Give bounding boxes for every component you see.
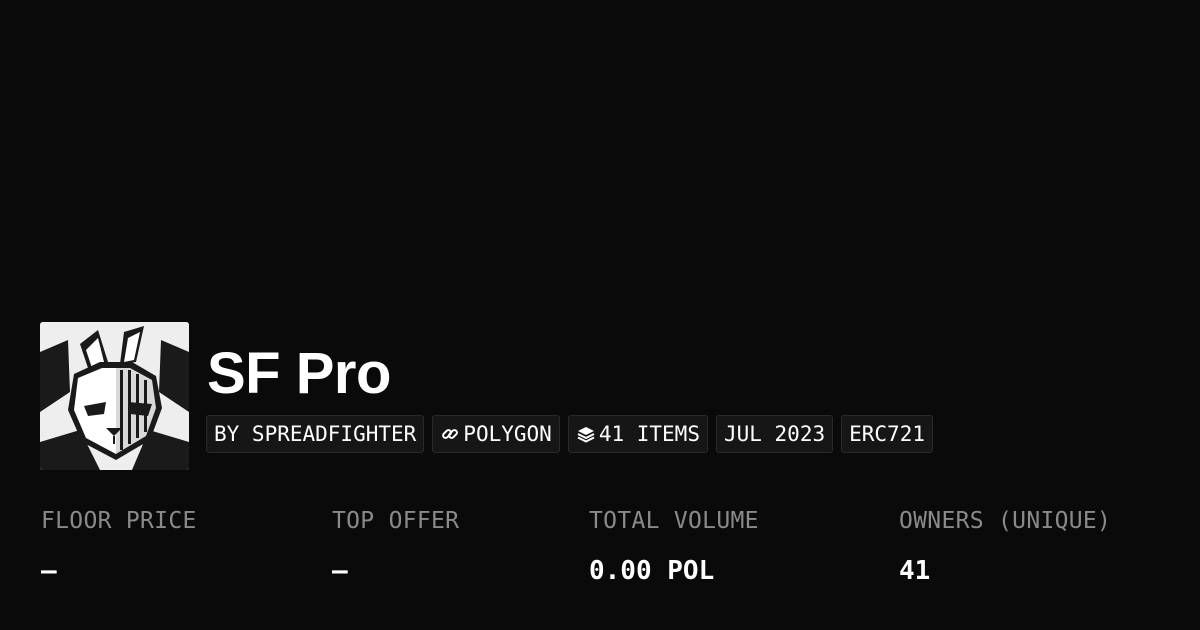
stat-top-offer: TOP OFFER –: [332, 503, 459, 589]
chip-date[interactable]: JUL 2023: [715, 415, 834, 453]
chip-items[interactable]: 41 ITEMS: [567, 415, 708, 453]
chip-date-label: JUL 2023: [723, 422, 826, 446]
stat-floor-price-label: FLOOR PRICE: [41, 508, 197, 534]
layers-stack-icon: [576, 424, 596, 444]
collection-meta-chips: BY SPREADFIGHTER POLYGON 41 ITEMS JUL 20…: [206, 415, 933, 453]
chip-creator-label: BY SPREADFIGHTER: [214, 422, 417, 446]
stat-top-offer-value: –: [332, 556, 348, 586]
chip-standard-label: ERC721: [849, 422, 925, 446]
stat-owners: OWNERS (UNIQUE) 41: [899, 503, 1111, 589]
chip-chain-label: POLYGON: [463, 422, 552, 446]
chip-standard[interactable]: ERC721: [841, 415, 933, 453]
stat-total-volume-value: 0.00 POL: [589, 556, 715, 586]
collection-card: SF Pro BY SPREADFIGHTER POLYGON 41 ITEMS…: [0, 0, 1200, 630]
chip-chain[interactable]: POLYGON: [432, 415, 560, 453]
stat-total-volume-label: TOTAL VOLUME: [589, 508, 759, 534]
stat-total-volume: TOTAL VOLUME 0.00 POL: [589, 503, 759, 589]
stat-owners-value: 41: [899, 556, 931, 586]
stat-owners-label: OWNERS (UNIQUE): [899, 508, 1112, 534]
collection-avatar[interactable]: [40, 322, 189, 470]
stat-floor-price: FLOOR PRICE –: [41, 503, 197, 589]
collection-title: SF Pro: [207, 341, 391, 406]
chip-items-label: 41 ITEMS: [598, 422, 700, 446]
chain-link-icon: [440, 424, 460, 444]
stat-top-offer-label: TOP OFFER: [332, 508, 460, 534]
spreadfighter-rabbit-logo-icon: [40, 322, 189, 470]
chip-creator[interactable]: BY SPREADFIGHTER: [206, 415, 425, 453]
stat-floor-price-value: –: [41, 556, 57, 586]
